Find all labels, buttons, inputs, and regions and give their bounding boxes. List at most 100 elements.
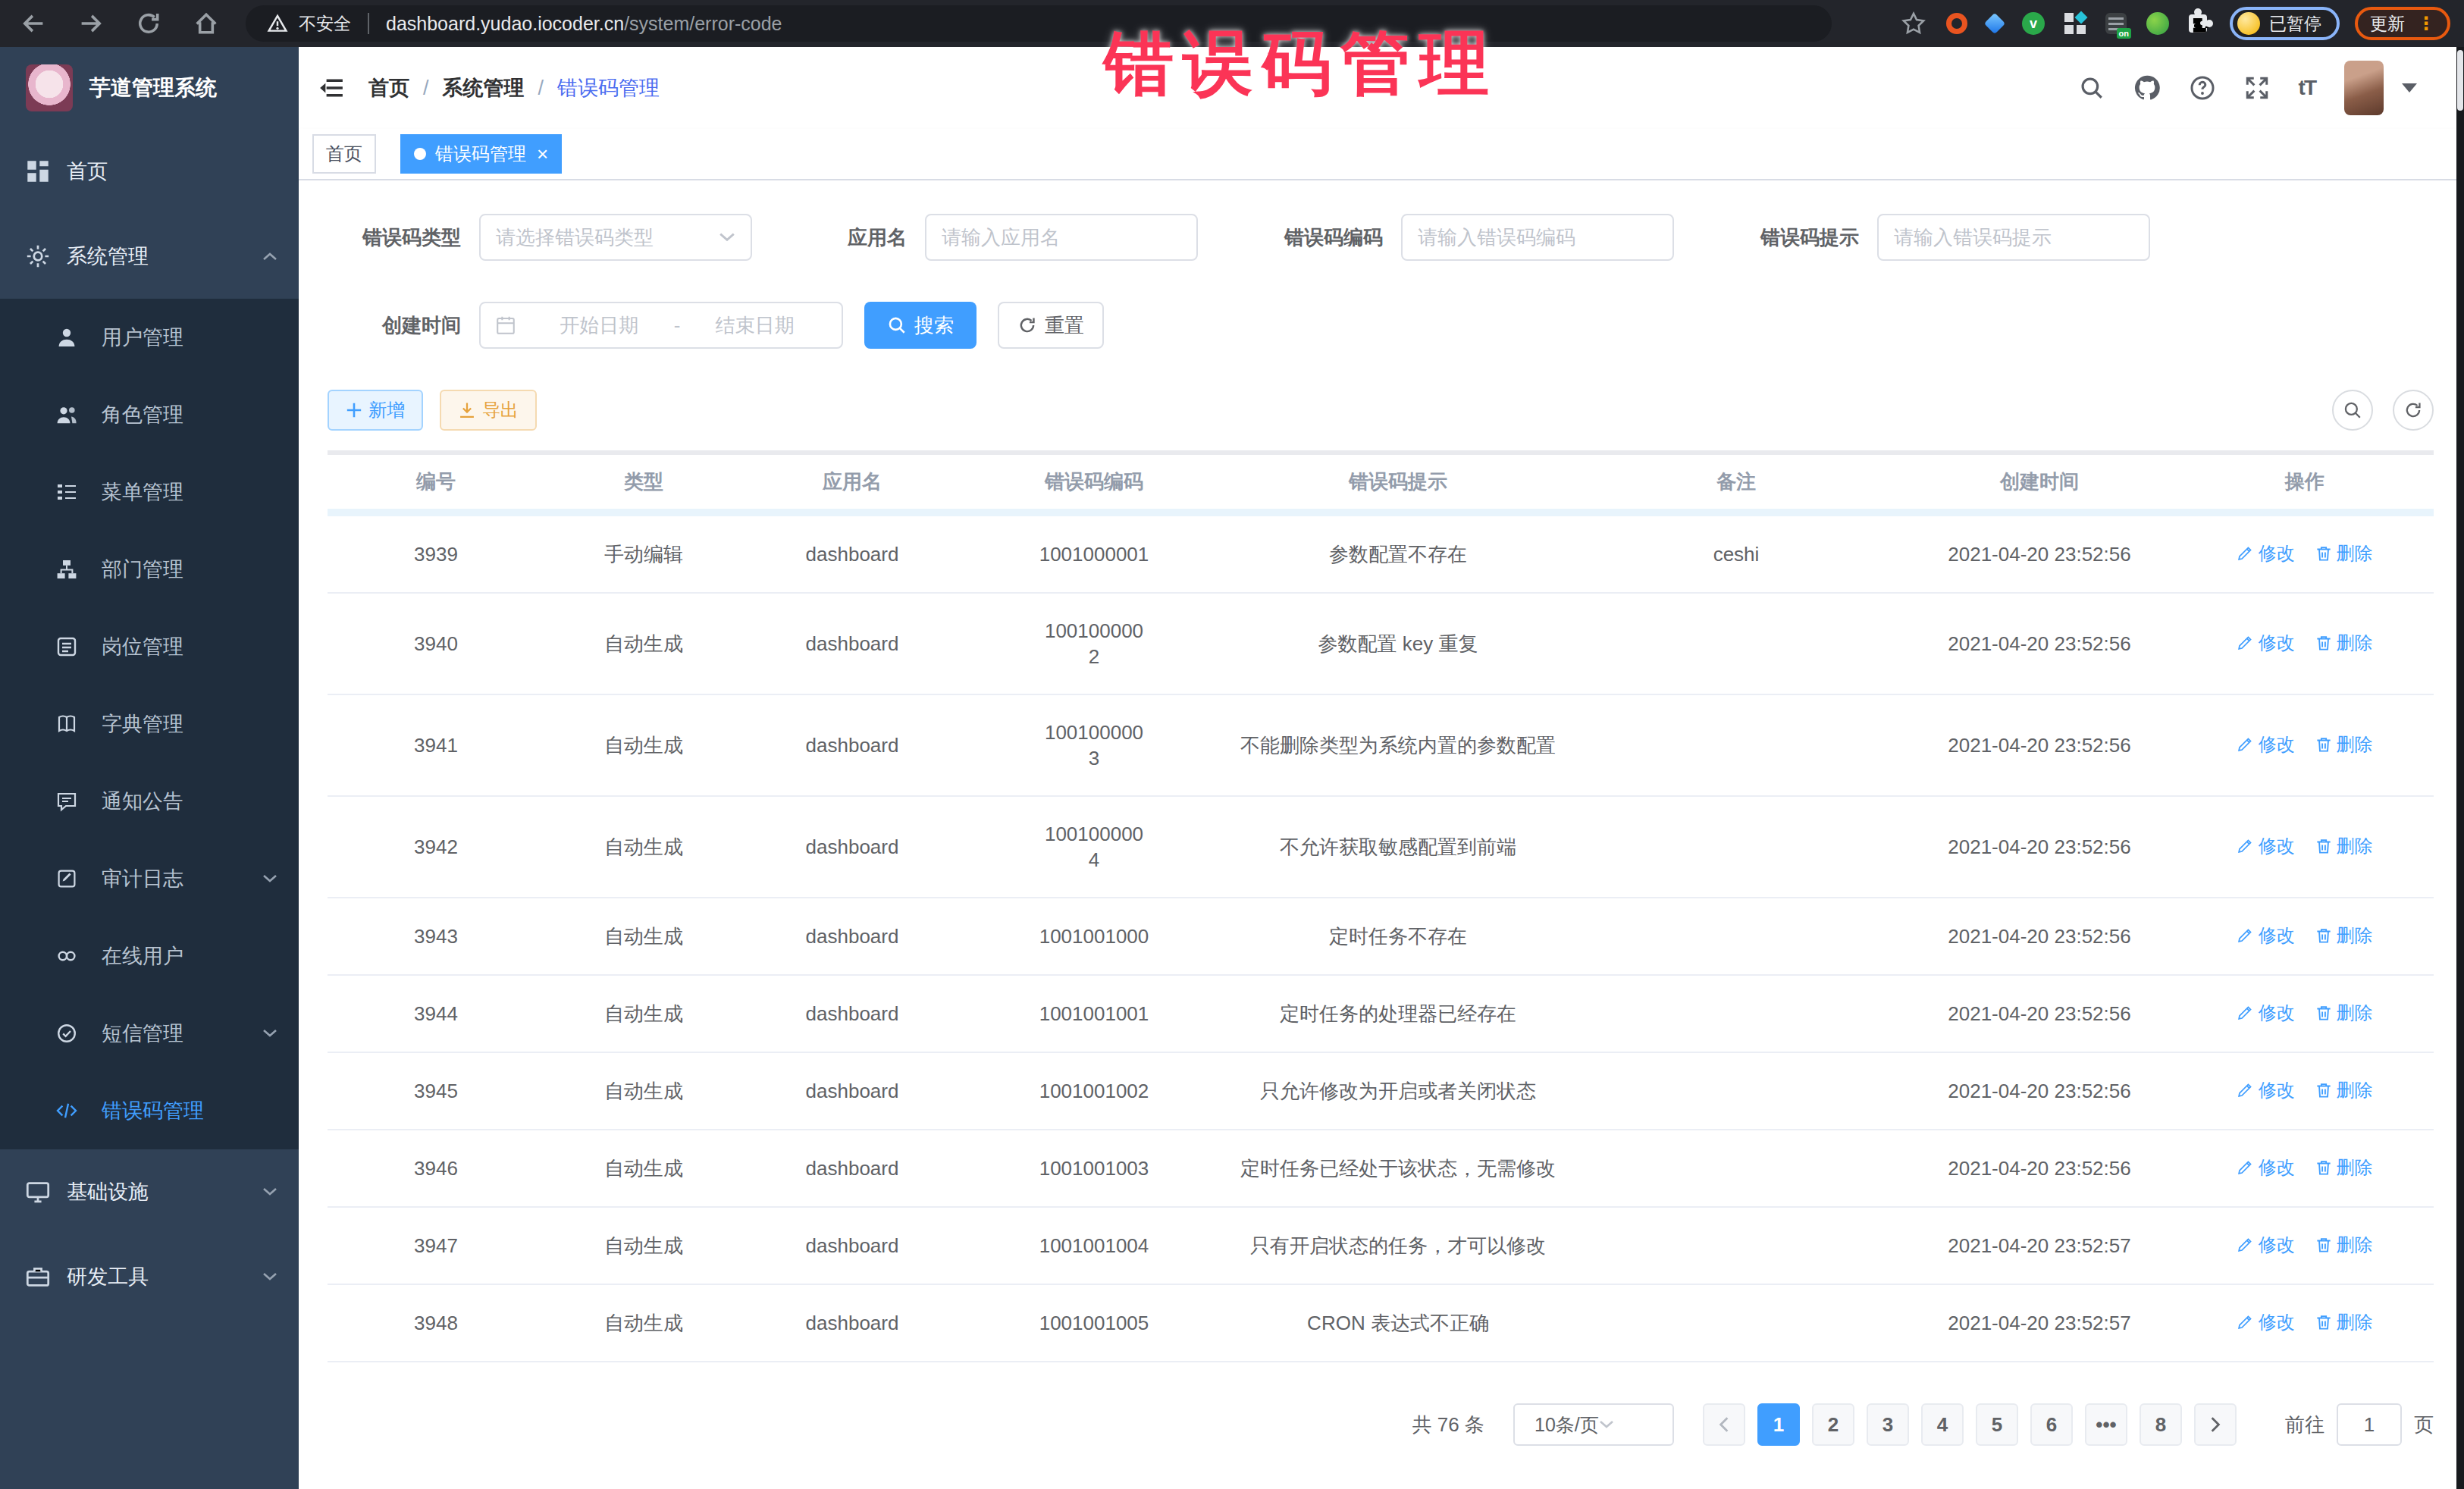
search-icon[interactable]: [2079, 75, 2105, 101]
edit-link[interactable]: 修改: [2237, 1000, 2294, 1026]
page-button[interactable]: 5: [1976, 1403, 2018, 1446]
browser-menu-icon[interactable]: ⋮: [2417, 13, 2435, 34]
sidebar-item-online[interactable]: 在线用户: [0, 917, 299, 995]
delete-link[interactable]: 删除: [2315, 833, 2373, 859]
filter-app-input[interactable]: 请输入应用名: [925, 214, 1198, 261]
filter-date-range[interactable]: 开始日期 - 结束日期: [479, 302, 843, 349]
extensions-puzzle-icon[interactable]: [2189, 14, 2207, 33]
delete-link[interactable]: 删除: [2315, 630, 2373, 656]
delete-link[interactable]: 删除: [2315, 1232, 2373, 1258]
export-button[interactable]: 导出: [440, 390, 537, 431]
app-logo[interactable]: 芋道管理系统: [0, 47, 299, 129]
table-row[interactable]: 3945 自动生成 dashboard 1001001002 只允许修改为开启或…: [328, 1052, 2434, 1130]
delete-link[interactable]: 删除: [2315, 732, 2373, 757]
edit-link[interactable]: 修改: [2237, 732, 2294, 757]
page-scrollbar[interactable]: [2456, 47, 2464, 1489]
update-button[interactable]: 更新 ⋮: [2355, 7, 2450, 40]
page-button[interactable]: 4: [1921, 1403, 1964, 1446]
sidebar-item-notice[interactable]: 通知公告: [0, 763, 299, 840]
font-size-icon[interactable]: tT: [2299, 76, 2315, 100]
table-row[interactable]: 3939 手动编辑 dashboard 1001000001 参数配置不存在 c…: [328, 516, 2434, 593]
sidebar-item-dict[interactable]: 字典管理: [0, 685, 299, 763]
table-row[interactable]: 3943 自动生成 dashboard 1001001000 定时任务不存在 2…: [328, 898, 2434, 975]
delete-link[interactable]: 删除: [2315, 541, 2373, 566]
sidebar-item-devtools[interactable]: 研发工具: [0, 1234, 299, 1319]
table-row[interactable]: 3946 自动生成 dashboard 1001001003 定时任务已经处于该…: [328, 1130, 2434, 1207]
sidebar-item-errorcode[interactable]: 错误码管理: [0, 1072, 299, 1149]
bookmark-star-icon[interactable]: [1901, 11, 1926, 36]
search-button[interactable]: 搜索: [864, 302, 977, 349]
edit-link[interactable]: 修改: [2237, 1309, 2294, 1335]
caret-down-icon[interactable]: [2402, 83, 2417, 92]
edit-link[interactable]: 修改: [2237, 1077, 2294, 1103]
breadcrumb-system[interactable]: 系统管理: [443, 74, 525, 102]
edit-link[interactable]: 修改: [2237, 1155, 2294, 1180]
table-row[interactable]: 3940 自动生成 dashboard 100100000 2 参数配置 key…: [328, 593, 2434, 694]
next-page-button[interactable]: [2194, 1403, 2237, 1446]
table-row[interactable]: 3942 自动生成 dashboard 100100000 4 不允许获取敏感配…: [328, 796, 2434, 898]
edit-link[interactable]: 修改: [2237, 630, 2294, 656]
extension-grid-icon[interactable]: [2064, 13, 2086, 34]
page-button[interactable]: 2: [1812, 1403, 1854, 1446]
delete-link[interactable]: 删除: [2315, 1309, 2373, 1335]
table-row[interactable]: 3947 自动生成 dashboard 1001001004 只有开启状态的任务…: [328, 1207, 2434, 1284]
tag-errorcode[interactable]: 错误码管理 ×: [400, 134, 562, 174]
page-size-select[interactable]: 10条/页: [1513, 1403, 1674, 1446]
tag-home[interactable]: 首页: [312, 134, 376, 174]
hamburger-icon[interactable]: [318, 75, 344, 101]
extension-onbadge-icon[interactable]: on: [2105, 13, 2127, 34]
reset-button[interactable]: 重置: [998, 302, 1104, 349]
extension-green-icon[interactable]: v: [2022, 12, 2045, 35]
filter-msg-input[interactable]: 请输入错误码提示: [1877, 214, 2150, 261]
sidebar-item-auditlog[interactable]: 审计日志: [0, 840, 299, 917]
sidebar-item-sms[interactable]: 短信管理: [0, 995, 299, 1072]
breadcrumb-home[interactable]: 首页: [368, 74, 409, 102]
delete-link[interactable]: 删除: [2315, 1077, 2373, 1103]
page-button[interactable]: 6: [2030, 1403, 2073, 1446]
reload-icon[interactable]: [135, 10, 162, 37]
add-button[interactable]: 新增: [328, 390, 423, 431]
table-row[interactable]: 3948 自动生成 dashboard 1001001005 CRON 表达式不…: [328, 1284, 2434, 1362]
home-icon[interactable]: [193, 10, 220, 37]
extension-gem-icon[interactable]: [1984, 13, 2005, 34]
edit-link[interactable]: 修改: [2237, 1232, 2294, 1258]
goto-page-input[interactable]: 1: [2337, 1403, 2402, 1446]
sidebar-item-posts[interactable]: 岗位管理: [0, 608, 299, 685]
table-row[interactable]: 3944 自动生成 dashboard 1001001001 定时任务的处理器已…: [328, 975, 2434, 1052]
refresh-icon[interactable]: [2393, 390, 2434, 431]
filter-code-input[interactable]: 请输入错误码编码: [1401, 214, 1674, 261]
scrollbar-thumb[interactable]: [2457, 50, 2463, 111]
page-button[interactable]: 8: [2140, 1403, 2182, 1446]
sidebar-item-menus[interactable]: 菜单管理: [0, 453, 299, 531]
delete-link[interactable]: 删除: [2315, 1000, 2373, 1026]
edit-link[interactable]: 修改: [2237, 923, 2294, 948]
sidebar-item-system[interactable]: 系统管理: [0, 214, 299, 299]
tag-close-icon[interactable]: ×: [537, 144, 548, 164]
github-icon[interactable]: [2133, 74, 2161, 102]
extension-orange-icon[interactable]: [1946, 13, 1967, 34]
extension-frog-icon[interactable]: [2146, 12, 2169, 35]
forward-icon[interactable]: [77, 10, 105, 37]
sidebar-item-roles[interactable]: 角色管理: [0, 376, 299, 453]
user-avatar[interactable]: [2344, 61, 2384, 115]
prev-page-button[interactable]: [1703, 1403, 1745, 1446]
edit-link[interactable]: 修改: [2237, 541, 2294, 566]
paused-button[interactable]: 已暂停: [2230, 7, 2340, 40]
help-icon[interactable]: [2190, 75, 2215, 101]
edit-link[interactable]: 修改: [2237, 833, 2294, 859]
show-search-icon[interactable]: [2332, 390, 2373, 431]
filter-type-select[interactable]: 请选择错误码类型: [479, 214, 752, 261]
page-button[interactable]: •••: [2085, 1403, 2127, 1446]
delete-link[interactable]: 删除: [2315, 1155, 2373, 1180]
delete-link[interactable]: 删除: [2315, 923, 2373, 948]
table-row[interactable]: 3941 自动生成 dashboard 100100000 3 不能删除类型为系…: [328, 694, 2434, 796]
sidebar-item-home[interactable]: 首页: [0, 129, 299, 214]
sidebar-item-infra[interactable]: 基础设施: [0, 1149, 299, 1234]
page-button[interactable]: 3: [1867, 1403, 1909, 1446]
back-icon[interactable]: [20, 10, 47, 37]
sidebar-item-depts[interactable]: 部门管理: [0, 531, 299, 608]
page-button[interactable]: 1: [1757, 1403, 1800, 1446]
address-bar[interactable]: 不安全 dashboard.yudao.iocoder.cn/system/er…: [246, 5, 1832, 42]
warning-icon[interactable]: [267, 13, 288, 34]
sidebar-item-users[interactable]: 用户管理: [0, 299, 299, 376]
